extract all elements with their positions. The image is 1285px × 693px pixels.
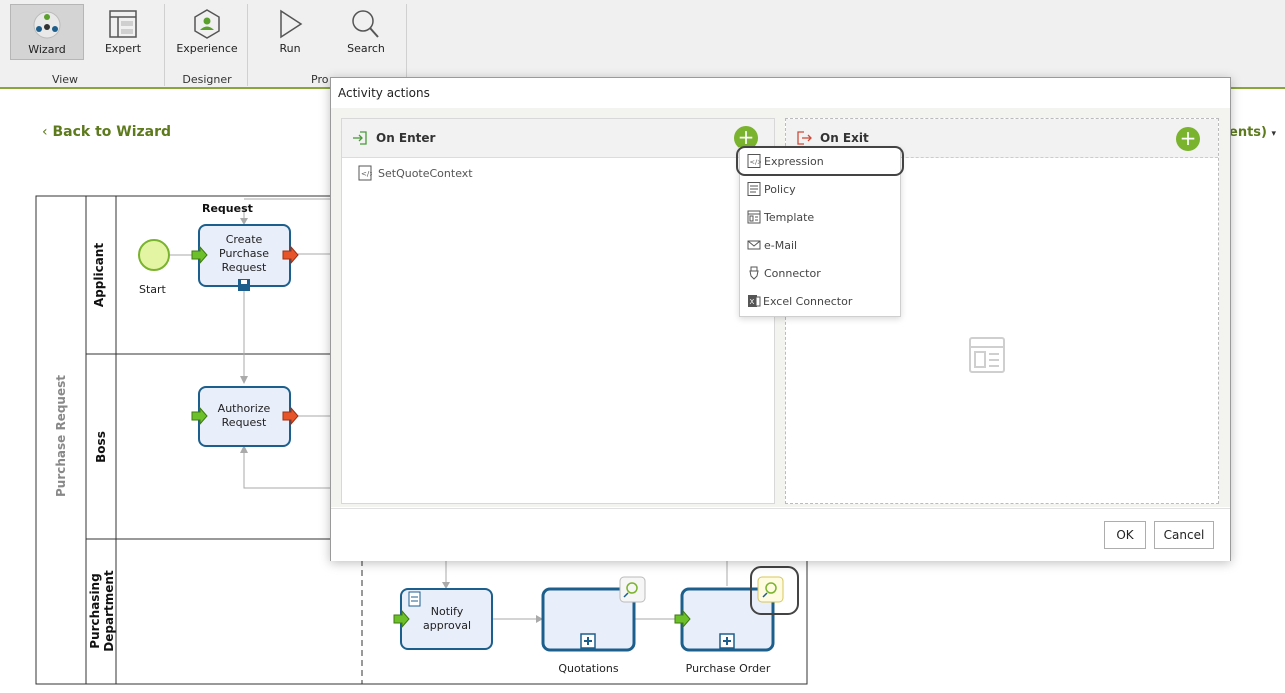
ok-button[interactable]: OK — [1104, 521, 1146, 549]
lane-label-applicant: Applicant — [92, 242, 106, 308]
background-menu-fragment[interactable]: ents) ▾ — [1229, 125, 1276, 140]
empty-placeholder-icon — [969, 337, 1005, 373]
svg-text:X: X — [750, 298, 755, 306]
task-authorize-label[interactable]: Authorize Request — [210, 402, 278, 430]
dialog-footer: OK Cancel — [331, 508, 1230, 561]
start-label: Start — [139, 283, 166, 296]
action-item-label: SetQuoteContext — [378, 167, 473, 180]
email-icon — [747, 240, 761, 250]
flow-label: Request — [202, 202, 253, 215]
expression-icon: </> — [358, 165, 372, 181]
on-enter-label: On Enter — [376, 131, 436, 145]
connector-icon — [749, 266, 759, 280]
activity-actions-icon — [619, 576, 646, 603]
menu-item-label: Policy — [764, 183, 796, 196]
enter-icon — [353, 131, 367, 145]
menu-item-label: Connector — [764, 267, 821, 280]
activity-actions-icon — [757, 576, 784, 603]
add-on-exit-action-button[interactable]: + — [1176, 127, 1200, 151]
task-create-label[interactable]: Create Purchase Request — [210, 233, 278, 275]
menu-item-email[interactable]: e-Mail — [740, 233, 900, 259]
template-icon — [747, 210, 761, 224]
menu-item-policy[interactable]: Policy — [740, 177, 900, 203]
dialog-title: Activity actions — [338, 86, 430, 100]
background-fragment-text: ents) — [1229, 125, 1267, 140]
menu-item-label: Excel Connector — [763, 295, 853, 308]
on-exit-label: On Exit — [820, 131, 869, 145]
subprocess-purchase-order-label[interactable]: Purchase Order — [672, 662, 784, 675]
lane-label-purchasing-department: Purchasing Department — [88, 570, 116, 652]
exit-icon — [797, 131, 812, 145]
task-notify-label[interactable]: Notify approval — [412, 605, 482, 633]
pool-label: Purchase Request — [54, 375, 68, 497]
subprocess-quotations-label[interactable]: Quotations — [543, 662, 634, 675]
script-icon — [408, 591, 421, 607]
excel-connector-icon: X — [748, 295, 761, 307]
cancel-button[interactable]: Cancel — [1154, 521, 1214, 549]
lane-label-boss: Boss — [94, 431, 108, 463]
caret-down-icon: ▾ — [1271, 129, 1277, 139]
menu-highlight-ring — [736, 146, 904, 176]
on-enter-pane: On Enter + </> SetQuoteContext — [341, 118, 775, 504]
menu-item-template[interactable]: Template — [740, 205, 900, 231]
on-enter-header: On Enter + — [342, 119, 774, 158]
menu-item-excel-connector[interactable]: X Excel Connector — [740, 289, 900, 315]
menu-item-label: Template — [764, 211, 815, 224]
menu-item-connector[interactable]: Connector — [740, 261, 900, 287]
menu-item-label: e-Mail — [764, 239, 798, 252]
start-event — [138, 239, 170, 271]
policy-icon — [747, 182, 761, 196]
svg-text:</>: </> — [361, 170, 372, 178]
